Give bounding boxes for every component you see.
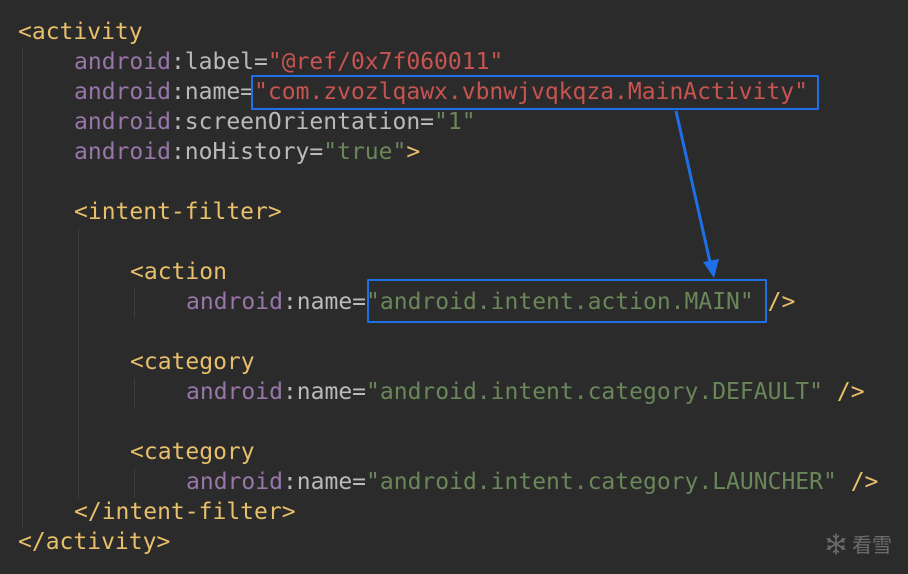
annotation-arrow bbox=[674, 110, 719, 278]
code-editor[interactable]: <activity android:label="@ref/0x7f060011… bbox=[0, 0, 908, 574]
snowflake-icon bbox=[826, 532, 846, 555]
arrow-head bbox=[703, 259, 719, 278]
arrow-line bbox=[674, 110, 712, 263]
watermark: 看雪 bbox=[824, 529, 892, 558]
watermark-text: 看雪 bbox=[852, 533, 892, 557]
